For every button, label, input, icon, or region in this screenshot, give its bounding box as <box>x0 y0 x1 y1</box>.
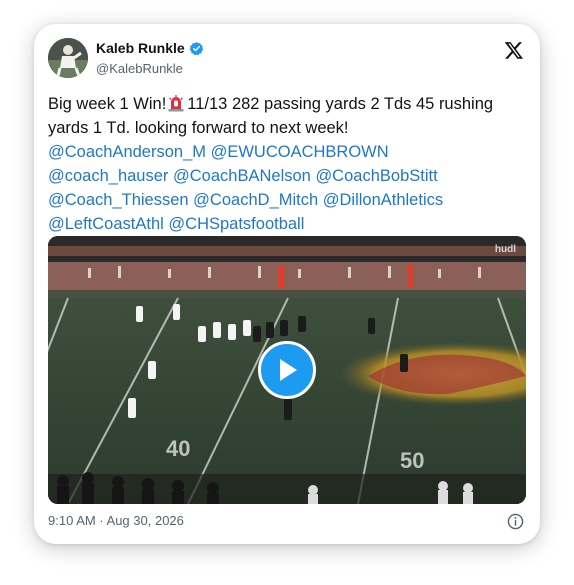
x-logo-icon[interactable] <box>504 40 524 60</box>
mention-link[interactable]: @CoachD_Mitch <box>193 191 318 209</box>
field-number-40: 40 <box>166 436 190 461</box>
tweet-card[interactable]: Kaleb Runkle @KalebRunkle Big week 1 Win… <box>34 24 540 544</box>
author-name[interactable]: Kaleb Runkle <box>96 40 185 56</box>
author-handle[interactable]: @KalebRunkle <box>96 61 183 76</box>
video-watermark: hudl <box>494 244 516 255</box>
play-button[interactable] <box>258 341 316 399</box>
verified-badge-icon <box>189 41 204 55</box>
avatar[interactable] <box>48 38 88 78</box>
mention-link[interactable]: @EWUCOACHBROWN <box>211 143 389 161</box>
info-icon[interactable] <box>507 513 524 530</box>
mention-link[interactable]: @CoachAnderson_M <box>48 143 206 161</box>
mention-link[interactable]: @CoachBANelson <box>173 167 311 185</box>
tweet-text: Big week 1 Win! 11/13 282 passing yards 2… <box>48 92 526 236</box>
mention-link[interactable]: @Coach_Thiessen <box>48 191 189 209</box>
avatar-image <box>48 38 88 78</box>
mention-link[interactable]: @CHSpatsfootball <box>168 215 304 233</box>
mention-link[interactable]: @coach_hauser <box>48 167 168 185</box>
play-icon <box>280 359 297 381</box>
mention-link[interactable]: @DillonAthletics <box>323 191 443 209</box>
tweet-timestamp[interactable]: 9:10 AM · Aug 30, 2026 <box>48 513 184 528</box>
video-player[interactable]: 40 50 hudl <box>48 236 526 504</box>
tweet-text-start: Big week 1 Win! <box>48 95 167 113</box>
author-name-row[interactable]: Kaleb Runkle <box>96 40 204 56</box>
police-light-emoji <box>168 95 184 112</box>
field-number-50: 50 <box>400 448 424 473</box>
mention-link[interactable]: @CoachBobStitt <box>315 167 437 185</box>
mention-link[interactable]: @LeftCoastAthl <box>48 215 164 233</box>
